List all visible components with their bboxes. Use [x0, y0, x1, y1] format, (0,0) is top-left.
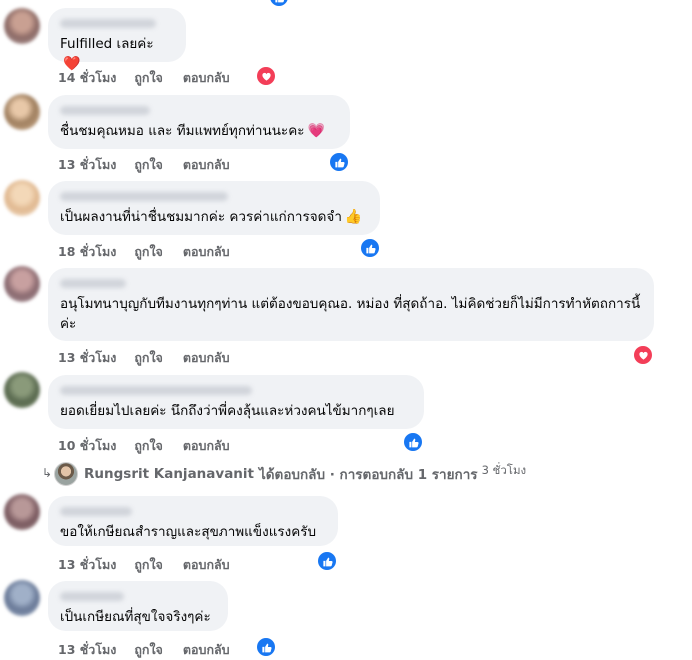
comment-author-name[interactable]	[60, 592, 124, 601]
avatar[interactable]	[4, 266, 40, 302]
replier-name[interactable]: Rungsrit Kanjanavanit	[84, 466, 254, 482]
comment-text: ยอดเยี่ยมไปเลยค่ะ นึกถึงว่าพี่คงลุ้นและห…	[60, 403, 395, 419]
avatar[interactable]	[4, 580, 40, 616]
comment-bubble: เป็นเกษียณที่สุขใจจริงๆค่ะ	[48, 581, 228, 631]
comment-text: ชื่นชมคุณหมอ และ ทีมแพทย์ทุกท่านนะคะ	[60, 123, 305, 139]
avatar[interactable]	[4, 372, 40, 408]
comment-time[interactable]: 13 ชั่วโมง	[58, 640, 116, 660]
reply-button[interactable]: ตอบกลับ	[183, 348, 230, 368]
reply-button[interactable]: ตอบกลับ	[183, 68, 230, 88]
like-reaction-icon[interactable]	[255, 636, 277, 658]
comment-author-name[interactable]	[60, 19, 156, 28]
comment-bubble: อนุโมทนาบุญกับทีมงานทุกๆท่าน แต่ต้องขอบค…	[48, 268, 654, 341]
comment-text: อนุโมทนาบุญกับทีมงานทุกๆท่าน แต่ต้องขอบค…	[60, 296, 641, 332]
avatar[interactable]	[4, 494, 40, 530]
comment-time[interactable]: 18 ชั่วโมง	[58, 242, 116, 262]
reply-button[interactable]: ตอบกลับ	[183, 555, 230, 575]
like-button[interactable]: ถูกใจ	[134, 68, 163, 88]
comment-time[interactable]: 14 ชั่วโมง	[58, 68, 116, 88]
like-button[interactable]: ถูกใจ	[134, 155, 163, 175]
like-button[interactable]: ถูกใจ	[134, 640, 163, 660]
comment-bubble: Fulfilled เลยค่ะ❤️	[48, 8, 186, 72]
reply-button[interactable]: ตอบกลับ	[183, 640, 230, 660]
reply-summary-text[interactable]: ได้ตอบกลับ · การตอบกลับ 1 รายการ	[259, 463, 478, 485]
reply-button[interactable]: ตอบกลับ	[183, 155, 230, 175]
comment-author-name[interactable]	[60, 106, 150, 115]
avatar[interactable]	[4, 8, 40, 44]
avatar[interactable]	[4, 180, 40, 216]
comment-time[interactable]: 10 ชั่วโมง	[58, 436, 116, 456]
comment-bubble: เป็นผลงานที่น่าชื่นชมมากค่ะ ควรค่าแก่การ…	[48, 181, 380, 235]
like-reaction-icon[interactable]	[359, 237, 381, 259]
comment-bubble: ขอให้เกษียณสำราญและสุขภาพแข็งแรงครับ	[48, 496, 338, 546]
comment-time[interactable]: 13 ชั่วโมง	[58, 155, 116, 175]
reply-button[interactable]: ตอบกลับ	[183, 436, 230, 456]
thumbs-up-emoji-icon: 👍	[344, 209, 363, 225]
reply-time: 3 ชั่วโมง	[481, 463, 527, 477]
comment-author-name[interactable]	[60, 386, 252, 395]
comment-author-name[interactable]	[60, 507, 132, 516]
like-reaction-icon	[268, 0, 290, 8]
replier-avatar	[54, 462, 78, 486]
like-reaction-icon[interactable]	[402, 431, 424, 453]
comment-time[interactable]: 13 ชั่วโมง	[58, 555, 116, 575]
avatar[interactable]	[4, 94, 40, 130]
comment-bubble: ชื่นชมคุณหมอ และ ทีมแพทย์ทุกท่านนะคะ 💗	[48, 95, 350, 149]
like-reaction-icon[interactable]	[328, 151, 350, 173]
reply-button[interactable]: ตอบกลับ	[183, 242, 230, 262]
heart-reaction-icon[interactable]	[255, 65, 277, 87]
comment-text: Fulfilled เลยค่ะ	[60, 36, 154, 52]
like-reaction-icon[interactable]	[316, 550, 338, 572]
comment-author-name[interactable]	[60, 279, 126, 288]
like-button[interactable]: ถูกใจ	[134, 242, 163, 262]
comment-time[interactable]: 13 ชั่วโมง	[58, 348, 116, 368]
pink-heart-emoji-icon: 💗	[307, 123, 325, 139]
comment-text: เป็นผลงานที่น่าชื่นชมมากค่ะ ควรค่าแก่การ…	[60, 209, 342, 225]
view-replies-link[interactable]: Rungsrit Kanjanavanit ได้ตอบกลับ · การตอ…	[54, 462, 526, 486]
like-button[interactable]: ถูกใจ	[134, 555, 163, 575]
comment-text: ขอให้เกษียณสำราญและสุขภาพแข็งแรงครับ	[60, 524, 317, 540]
like-button[interactable]: ถูกใจ	[134, 436, 163, 456]
comment-bubble: ยอดเยี่ยมไปเลยค่ะ นึกถึงว่าพี่คงลุ้นและห…	[48, 375, 424, 429]
comment-author-name[interactable]	[60, 192, 228, 201]
comment-text: เป็นเกษียณที่สุขใจจริงๆค่ะ	[60, 609, 211, 625]
reply-arrow-icon: ↳	[42, 466, 53, 480]
heart-reaction-icon[interactable]	[632, 344, 654, 366]
like-button[interactable]: ถูกใจ	[134, 348, 163, 368]
